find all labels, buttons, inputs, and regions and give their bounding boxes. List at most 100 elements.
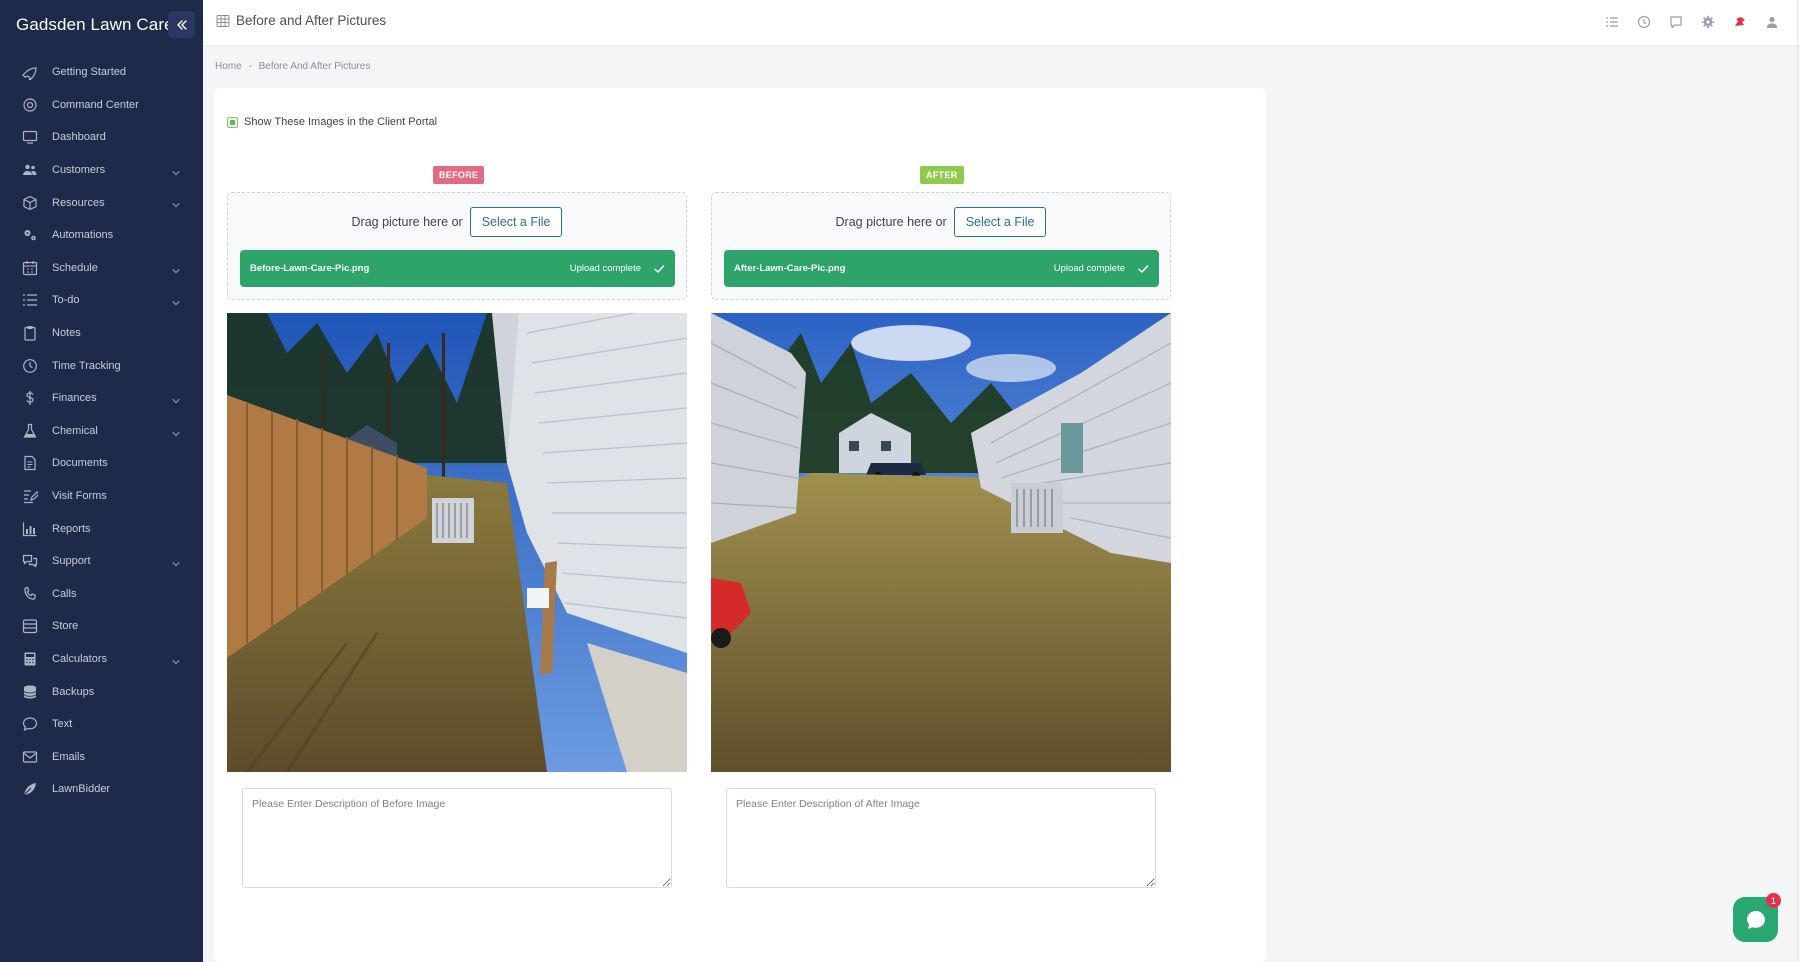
before-upload-bar: Before-Lawn-Care-Pic.png Upload complete xyxy=(240,250,675,287)
clipboard-icon xyxy=(22,325,38,341)
after-badge: AFTER xyxy=(920,166,964,184)
table-icon xyxy=(216,14,230,27)
sidebar-item-finances[interactable]: Finances xyxy=(0,382,203,415)
sidebar-item-label: Text xyxy=(52,718,73,731)
gear-icon[interactable] xyxy=(1700,14,1716,30)
before-dropzone[interactable]: Drag picture here or Select a File Befor… xyxy=(227,192,687,300)
sidebar-item-label: Getting Started xyxy=(52,66,126,79)
sidebar-item-calculators[interactable]: Calculators xyxy=(0,643,203,676)
before-lawn-photo xyxy=(227,313,687,772)
sidebar-item-label: Time Tracking xyxy=(52,359,121,372)
topbar: Before and After Pictures xyxy=(203,0,1800,45)
calendar-icon xyxy=(22,260,38,276)
sidebar-item-documents[interactable]: Documents xyxy=(0,447,203,480)
before-drag-text: Drag picture here or xyxy=(351,215,463,229)
sidebar-item-customers[interactable]: Customers xyxy=(0,154,203,187)
breadcrumb-current: Before And After Pictures xyxy=(258,61,371,72)
before-badge: BEFORE xyxy=(433,166,485,184)
sidebar-item-to-do[interactable]: To-do xyxy=(0,284,203,317)
sidebar-item-label: Customers xyxy=(52,164,106,177)
before-upload-status: Upload complete xyxy=(569,263,641,274)
breadcrumb-home[interactable]: Home xyxy=(215,61,242,72)
sidebar-item-resources[interactable]: Resources xyxy=(0,186,203,219)
phone-icon xyxy=(22,586,38,602)
notification-icon[interactable] xyxy=(1732,14,1748,30)
double-chevron-left-icon xyxy=(176,19,187,30)
sidebar-item-label: LawnBidder xyxy=(52,783,111,796)
chevron-down-icon[interactable] xyxy=(171,654,181,665)
sidebar-item-dashboard[interactable]: Dashboard xyxy=(0,121,203,154)
sidebar-item-label: Visit Forms xyxy=(52,490,107,503)
after-description-textarea[interactable] xyxy=(726,788,1156,888)
chevron-down-icon[interactable] xyxy=(171,263,181,273)
before-photo xyxy=(227,313,687,772)
sidebar-item-notes[interactable]: Notes xyxy=(0,317,203,350)
sidebar-item-time-tracking[interactable]: Time Tracking xyxy=(0,349,203,382)
store-icon xyxy=(22,618,38,634)
sidebar-item-label: Backups xyxy=(52,685,95,698)
sidebar-item-label: Reports xyxy=(52,522,91,535)
after-photo xyxy=(711,313,1171,772)
after-select-file-button[interactable]: Select a File xyxy=(953,207,1047,237)
sidebar-item-label: Resources xyxy=(52,196,105,209)
sidebar-item-schedule[interactable]: Schedule xyxy=(0,252,203,285)
chevron-down-icon[interactable] xyxy=(171,295,181,306)
chat-icon[interactable] xyxy=(1668,14,1684,30)
chevron-down-icon[interactable] xyxy=(171,426,181,436)
sidebar-item-automations[interactable]: Automations xyxy=(0,219,203,252)
sidebar-item-command-center[interactable]: Command Center xyxy=(0,89,203,122)
collapse-sidebar-button[interactable] xyxy=(168,11,195,38)
sidebar-item-visit-forms[interactable]: Visit Forms xyxy=(0,480,203,513)
chevron-down-icon[interactable] xyxy=(171,393,181,404)
sidebar-item-label: Emails xyxy=(52,750,86,763)
before-file-name: Before-Lawn-Care-Pic.png xyxy=(250,263,370,274)
chevron-down-icon[interactable] xyxy=(171,197,181,208)
sidebar-nav: Getting Started Command Center Dashboard Cu… xyxy=(0,50,203,806)
list-icon xyxy=(22,292,38,308)
gears-icon xyxy=(22,227,38,243)
breadcrumb: Home - Before And After Pictures xyxy=(215,61,374,72)
sidebar-item-store[interactable]: Store xyxy=(0,610,203,643)
list-icon[interactable] xyxy=(1604,14,1620,30)
message-icon xyxy=(22,716,38,732)
client-portal-checkbox[interactable] xyxy=(227,116,238,128)
sidebar-item-chemical[interactable]: Chemical xyxy=(0,415,203,448)
before-select-file-button[interactable]: Select a File xyxy=(469,207,563,237)
client-portal-toggle[interactable]: Show These Images in the Client Portal xyxy=(227,116,437,128)
brand: Gadsden Lawn Care xyxy=(0,0,203,50)
sidebar-item-label: Finances xyxy=(52,392,97,405)
after-dropzone-row: Drag picture here or Select a File xyxy=(712,207,1170,237)
sidebar-item-getting-started[interactable]: Getting Started xyxy=(0,56,203,89)
checkmark-icon xyxy=(1138,264,1149,273)
after-file-name: After-Lawn-Care-Pic.png xyxy=(734,263,846,274)
target-icon xyxy=(22,97,38,113)
before-description-textarea[interactable] xyxy=(242,788,672,888)
chevron-down-icon[interactable] xyxy=(171,165,181,176)
after-dropzone[interactable]: Drag picture here or Select a File After… xyxy=(711,192,1171,300)
sidebar-item-label: Documents xyxy=(52,457,108,470)
rocket-icon xyxy=(22,64,38,81)
brand-name: Gadsden Lawn Care xyxy=(16,15,174,34)
page-scrollbar[interactable] xyxy=(1797,0,1798,962)
sidebar-item-reports[interactable]: Reports xyxy=(0,512,203,545)
user-icon[interactable] xyxy=(1764,14,1780,30)
support-chat-icon xyxy=(22,553,38,569)
sidebar-item-calls[interactable]: Calls xyxy=(0,578,203,611)
leaf-icon xyxy=(22,781,38,797)
before-dropzone-row: Drag picture here or Select a File xyxy=(228,207,686,237)
page-title: Before and After Pictures xyxy=(236,13,387,28)
sidebar-item-label: Calls xyxy=(52,587,77,600)
sidebar-item-label: Support xyxy=(52,555,91,568)
chat-bubble-icon xyxy=(1746,910,1765,929)
sidebar-item-lawnbidder[interactable]: LawnBidder xyxy=(0,773,203,806)
box-icon xyxy=(22,195,38,211)
history-icon[interactable] xyxy=(1636,14,1652,30)
calculator-icon xyxy=(22,651,38,667)
sidebar-item-support[interactable]: Support xyxy=(0,545,203,578)
after-lawn-photo xyxy=(711,313,1171,772)
sidebar-item-text[interactable]: Text xyxy=(0,708,203,741)
chevron-down-icon[interactable] xyxy=(171,556,181,567)
sidebar-item-backups[interactable]: Backups xyxy=(0,675,203,708)
sidebar-item-emails[interactable]: Emails xyxy=(0,740,203,773)
users-icon xyxy=(22,162,38,178)
